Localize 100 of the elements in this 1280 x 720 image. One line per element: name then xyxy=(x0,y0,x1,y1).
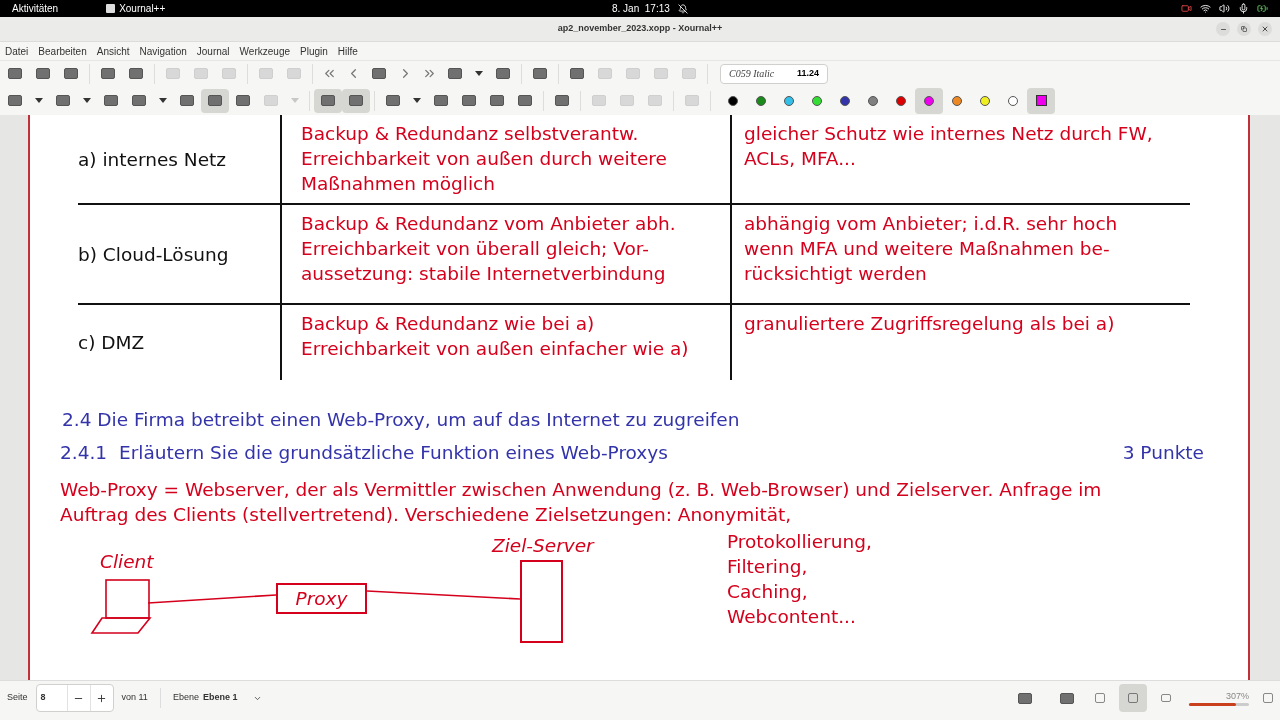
clock[interactable]: 8. Jan 17:13 xyxy=(612,1,670,16)
zoom-value: 307% xyxy=(1225,689,1249,703)
table-cell: Backup & Redundanz wie bei a) Erreichbarkeit von außen einfacher wie a) xyxy=(280,305,730,380)
menu-item[interactable]: Plugin xyxy=(300,43,328,59)
image-icon xyxy=(592,95,606,106)
volume-icon xyxy=(1219,3,1230,14)
goal-list: Protokollierung, Filtering, Caching, Webcontent... xyxy=(727,529,872,629)
wifi-icon xyxy=(1200,3,1211,14)
table-cell-text: b) Cloud-Lösung xyxy=(78,242,230,267)
table-cell-text: a) internes Netz xyxy=(78,147,228,172)
font-selector[interactable]: C059 Italic 11.24 xyxy=(720,63,828,84)
image-icon xyxy=(648,95,662,106)
image-icon xyxy=(570,68,584,79)
image-icon xyxy=(434,95,448,106)
diagram-label: Ziel-Server xyxy=(492,534,594,558)
table-cell: gleicher Schutz wie internes Netz durch FW, ACLs, MFA... xyxy=(730,115,1190,203)
caret-icon xyxy=(413,98,421,103)
image-icon xyxy=(349,95,363,106)
restore-icon xyxy=(1241,26,1247,32)
section-heading: 2.4 Die Firma betreibt einen Web-Proxy, um auf das Internet zu zugreifen xyxy=(62,408,741,432)
battery-icon xyxy=(1257,3,1268,14)
laptop-drawing xyxy=(90,579,154,637)
activities-button[interactable]: Aktivitäten xyxy=(12,1,59,16)
caret-icon xyxy=(35,98,43,103)
minimize-button[interactable] xyxy=(1216,22,1230,36)
toolbar-button[interactable] xyxy=(201,88,229,113)
image-icon xyxy=(626,68,640,79)
camera-icon xyxy=(1181,3,1192,14)
menu-item[interactable]: Werkzeuge xyxy=(239,43,290,59)
table-cell: granuliertere Zugriffsregelung als bei a) xyxy=(730,305,1190,380)
image-icon xyxy=(287,68,301,79)
table-cell: Backup & Redundanz selbstverantw. Erreichbarkeit von außen durch weitere Maßnahmen möglich xyxy=(280,115,730,203)
menu-item[interactable]: Journal xyxy=(196,43,230,59)
task-points: 3 Punkte xyxy=(1122,441,1204,465)
image-icon xyxy=(654,68,668,79)
image-icon xyxy=(194,68,208,79)
toolbar-button[interactable] xyxy=(342,88,370,113)
image-icon xyxy=(496,68,510,79)
image-icon xyxy=(8,68,22,79)
layer-label: Ebene xyxy=(172,691,199,705)
current-color-button[interactable] xyxy=(1027,87,1055,114)
page-total: von 11 xyxy=(121,691,148,705)
image-icon xyxy=(129,68,143,79)
image-icon xyxy=(448,68,462,79)
menu-item[interactable]: Hilfe xyxy=(337,43,358,59)
image-icon xyxy=(682,68,696,79)
image-icon xyxy=(518,95,532,106)
caret-icon xyxy=(159,98,167,103)
image-icon xyxy=(166,68,180,79)
task-title: Erläutern Sie die grundsätzliche Funktion eines Web-Proxys xyxy=(119,441,668,465)
layer-selector[interactable]: Ebene 1 xyxy=(202,691,238,705)
image-icon xyxy=(1060,692,1074,704)
microphone-icon xyxy=(1238,3,1249,14)
image-icon xyxy=(321,95,335,106)
task-number: 2.4.1 xyxy=(60,441,108,465)
table-cell: Backup & Redundanz vom Anbieter abh. Erreichbarkeit von überall gleich; Vor- aussetzung: stabile Internetverbindung xyxy=(280,205,730,303)
caret-icon xyxy=(291,98,299,103)
page-input[interactable]: 8 xyxy=(36,691,67,705)
restore-button[interactable] xyxy=(1237,22,1251,36)
color-button[interactable] xyxy=(915,87,943,114)
image-icon xyxy=(56,95,70,106)
close-button[interactable] xyxy=(1258,22,1272,36)
image-icon xyxy=(101,68,115,79)
image-icon xyxy=(36,68,50,79)
image-icon xyxy=(386,95,400,106)
table-cell-text: c) DMZ xyxy=(78,331,146,355)
bell-off-icon xyxy=(677,3,688,14)
image-icon xyxy=(222,68,236,79)
image-icon xyxy=(180,95,194,106)
menu-item[interactable]: Bearbeiten xyxy=(38,43,87,59)
app-menu[interactable]: Xournal++ xyxy=(119,1,166,16)
image-icon xyxy=(462,95,476,106)
image-icon xyxy=(264,95,278,106)
plus-icon xyxy=(96,692,107,704)
answer-text: Web-Proxy = Webserver, der als Vermittler zwischen Anwendung (z. B. Web-Browser) und Zielserver. Anfrage im Auftrag des Clients (stellvertretend). Verschiedene Zielsetzungen: Anonymität, xyxy=(60,478,1103,527)
image-icon xyxy=(490,95,504,106)
proxy-box: Proxy xyxy=(276,583,367,614)
image-icon xyxy=(372,68,386,79)
diagram-label: Client xyxy=(100,550,154,574)
image-icon xyxy=(132,95,146,106)
menu-item[interactable]: Ansicht xyxy=(96,43,130,59)
menu-item[interactable]: Datei xyxy=(5,43,29,59)
image-icon xyxy=(1018,692,1032,704)
caret-icon xyxy=(475,71,483,76)
page-label: Seite xyxy=(7,691,28,705)
table-cell: abhängig vom Anbieter; i.d.R. sehr hoch wenn MFA und weitere Maßnahmen be- rücksichtigt werden xyxy=(730,205,1190,303)
image-icon xyxy=(533,68,547,79)
zoom-slider[interactable] xyxy=(1189,703,1249,707)
image-icon xyxy=(685,95,699,106)
toolbar-button[interactable] xyxy=(314,88,342,113)
layout-button[interactable] xyxy=(1119,684,1147,712)
image-icon xyxy=(620,95,634,106)
image-icon xyxy=(8,95,22,106)
caret-icon xyxy=(83,98,91,103)
menu-item[interactable]: Navigation xyxy=(139,43,187,59)
image-icon xyxy=(208,95,222,106)
image-icon xyxy=(236,95,250,106)
image-icon xyxy=(598,68,612,79)
image-icon xyxy=(64,68,78,79)
image-icon xyxy=(259,68,273,79)
